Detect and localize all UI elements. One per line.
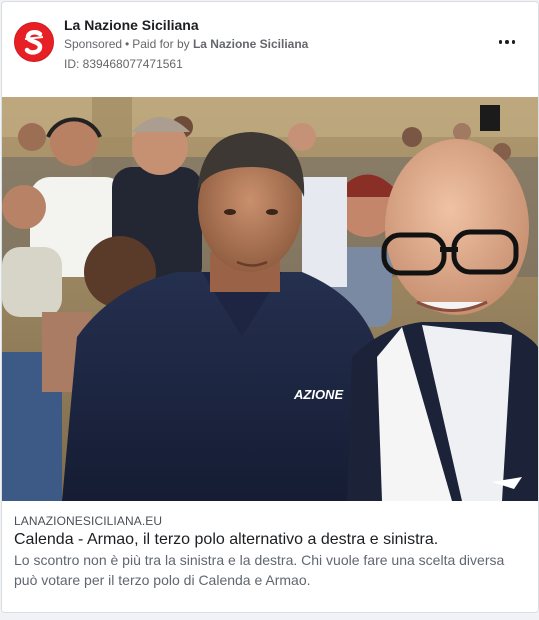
photo-scene: AZIONE: [2, 97, 538, 501]
more-horizontal-icon: [498, 40, 503, 44]
paid-for-prefix: Paid for by: [132, 37, 190, 51]
paid-for-by-link[interactable]: La Nazione Siciliana: [193, 37, 308, 51]
link-domain: LANAZIONESICILIANA.EU: [14, 514, 163, 528]
sponsored-label: Sponsored: [64, 37, 123, 51]
post-photo[interactable]: AZIONE: [2, 97, 538, 501]
separator-dot: •: [125, 37, 130, 51]
ad-id: ID: 839468077471561: [64, 57, 183, 71]
link-preview[interactable]: LANAZIONESICILIANA.EU Calenda - Armao, i…: [2, 501, 538, 612]
link-description: Lo scontro non è più tra la sinistra e l…: [14, 552, 505, 588]
page-avatar[interactable]: [14, 22, 54, 62]
page-name-link[interactable]: La Nazione Siciliana: [64, 17, 199, 33]
post-header: La Nazione Siciliana Sponsored • Paid for …: [2, 2, 538, 97]
shirt-logo-text: AZIONE: [293, 387, 343, 402]
page-logo-icon: [24, 30, 44, 55]
more-options-button[interactable]: [495, 32, 519, 52]
sponsored-line: Sponsored • Paid for by La Nazione Sicilia…: [64, 37, 308, 51]
link-headline[interactable]: Calenda - Armao, il terzo polo alternati…: [14, 530, 529, 550]
sponsored-post-card: La Nazione Siciliana Sponsored • Paid for …: [1, 1, 539, 613]
